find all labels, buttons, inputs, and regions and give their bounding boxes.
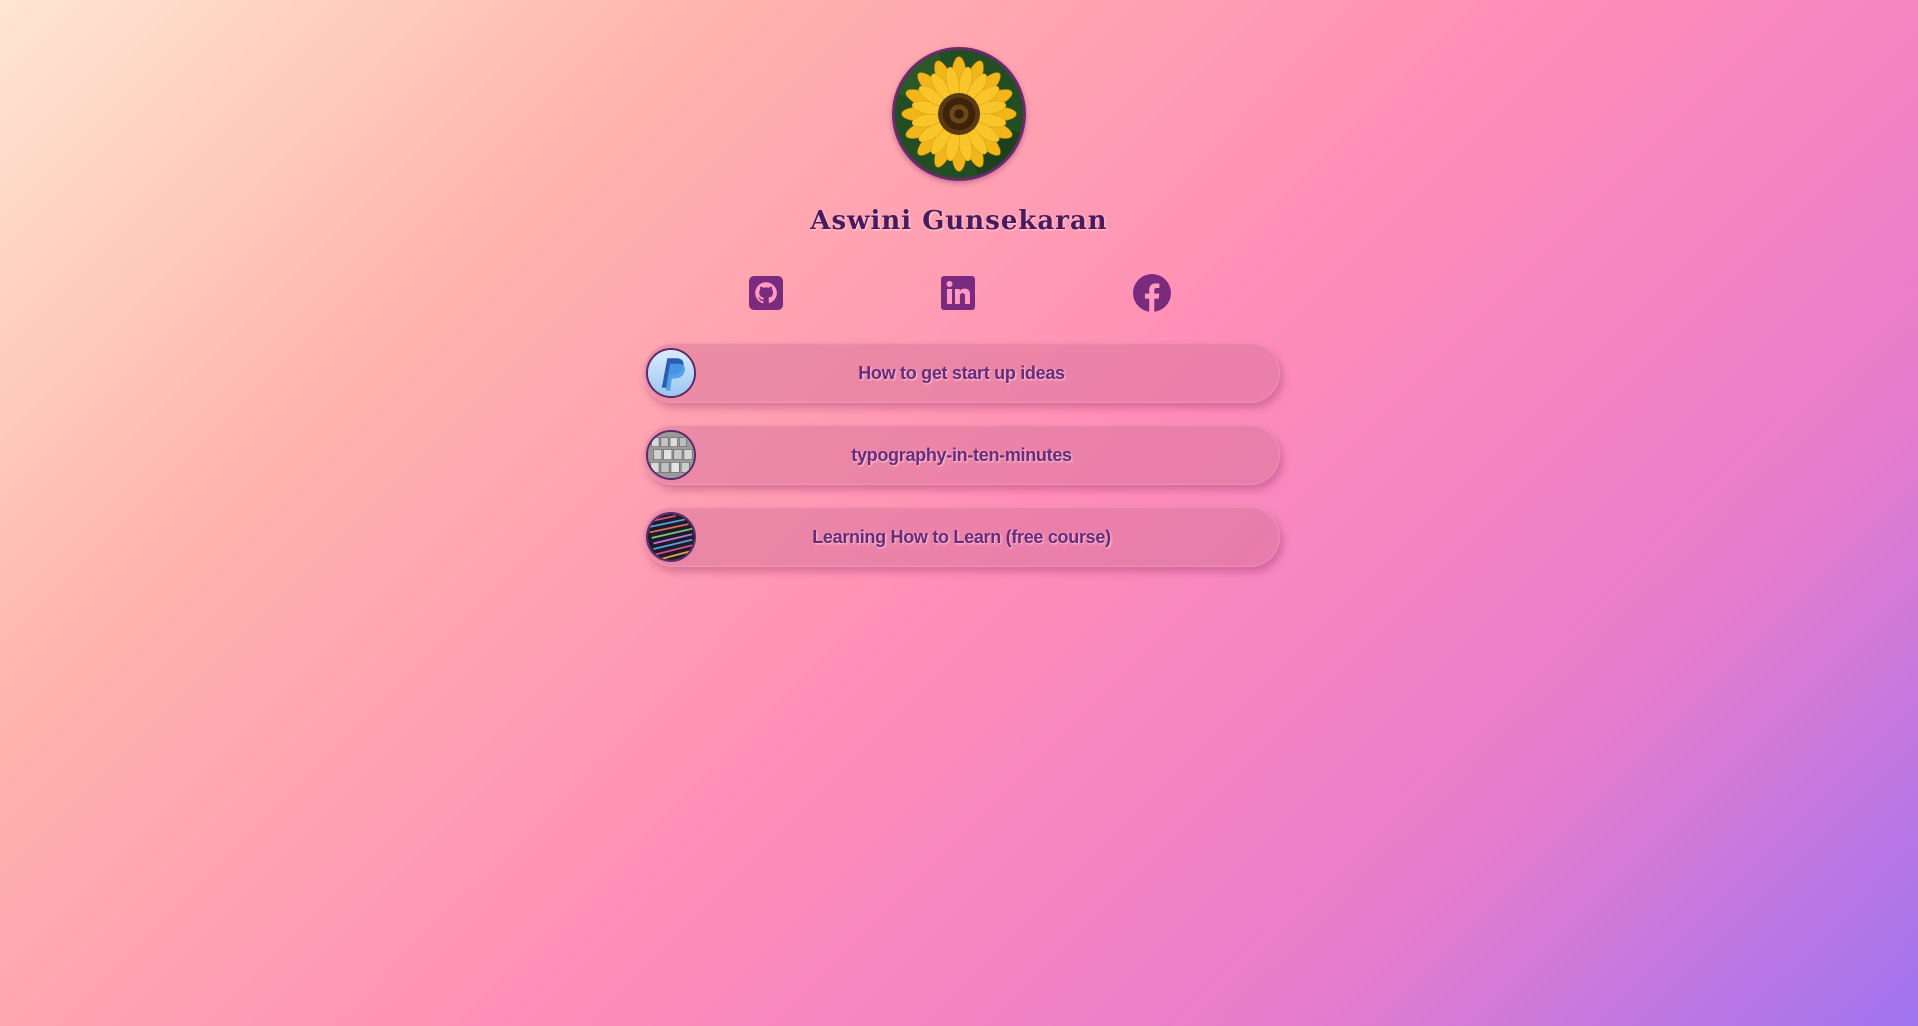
link-label: How to get start up ideas xyxy=(858,362,1065,383)
profile-avatar xyxy=(892,47,1026,181)
link-button-typography[interactable]: typography-in-ten-minutes xyxy=(643,425,1280,485)
facebook-link[interactable] xyxy=(1132,273,1172,313)
link-label: typography-in-ten-minutes xyxy=(851,444,1072,465)
facebook-icon xyxy=(1133,274,1171,312)
sunflower-image xyxy=(895,50,1023,178)
link-button-learning-how-to-learn[interactable]: Learning How to Learn (free course) xyxy=(643,507,1280,567)
linkedin-link[interactable] xyxy=(938,273,978,313)
link-button-startup-ideas[interactable]: How to get start up ideas xyxy=(643,343,1280,403)
profile-name: Aswini Gunsekaran xyxy=(810,206,1108,236)
page: Aswini Gunsekaran How to get start up id… xyxy=(0,0,1918,1026)
linkedin-icon xyxy=(941,276,975,310)
link-label: Learning How to Learn (free course) xyxy=(812,526,1111,547)
github-icon xyxy=(749,276,783,310)
github-link[interactable] xyxy=(746,273,786,313)
